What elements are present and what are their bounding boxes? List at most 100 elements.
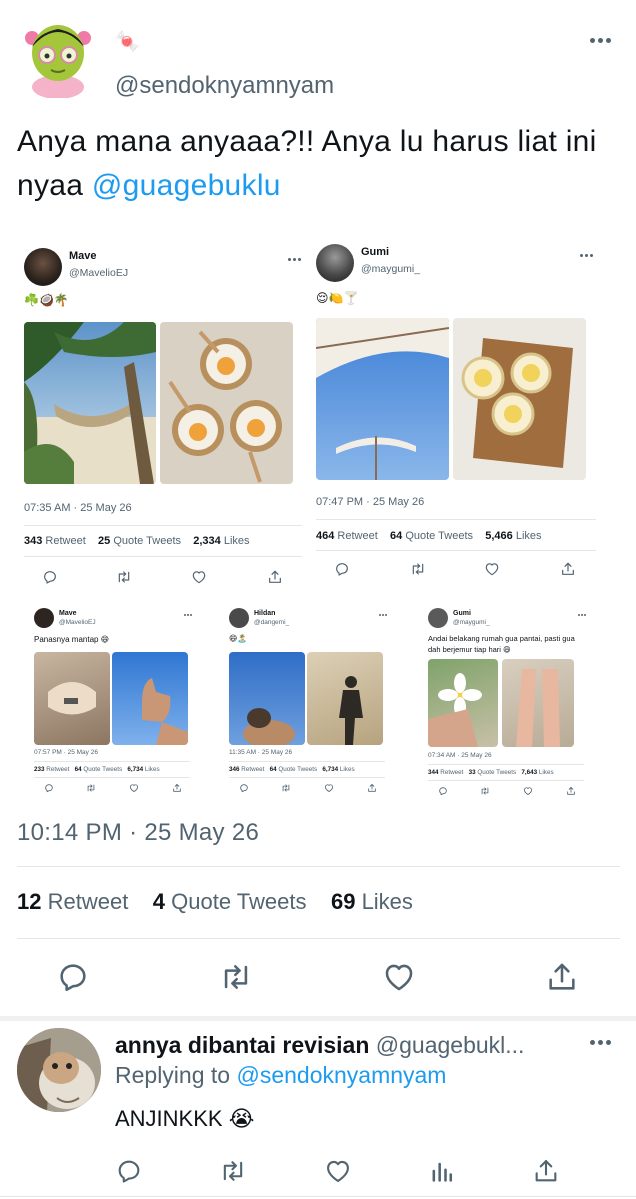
embedded-quote-label: Quote Tweets bbox=[278, 766, 318, 773]
cap-photo bbox=[34, 652, 110, 745]
embedded-stats: 344 Retweet 33 Quote Tweets 7,643 Likes bbox=[428, 769, 554, 776]
share-icon bbox=[560, 561, 576, 577]
reply-avatar[interactable] bbox=[17, 1028, 101, 1112]
embedded-quote-label: Quote Tweets bbox=[113, 535, 181, 547]
reply-icon bbox=[56, 960, 90, 994]
shadow-photo bbox=[307, 652, 383, 745]
author-handle[interactable]: @sendoknyamnyam bbox=[115, 72, 334, 100]
retweet-icon bbox=[219, 960, 253, 994]
like-stat[interactable]: 69 Likes bbox=[331, 889, 413, 914]
reply-like-button[interactable] bbox=[324, 1157, 352, 1185]
replying-to-link[interactable]: @sendoknyamnyam bbox=[236, 1062, 446, 1088]
quote-label: Quote Tweets bbox=[171, 889, 307, 914]
retweet-count: 12 bbox=[17, 889, 42, 914]
embedded-text: ☘️🥥🌴 bbox=[24, 293, 69, 307]
embedded-like-count: 6,734 bbox=[127, 766, 144, 773]
reply-icon bbox=[115, 1157, 143, 1185]
embedded-avatar bbox=[24, 248, 62, 286]
reply-icon bbox=[42, 569, 58, 585]
hammock-photo bbox=[24, 322, 156, 484]
share-icon bbox=[172, 783, 182, 793]
embedded-timestamp: 07:34 AM · 25 May 26 bbox=[428, 752, 492, 759]
embedded-like-label: Likes bbox=[223, 535, 250, 547]
embedded-quote-count: 25 bbox=[98, 535, 111, 547]
embedded-retweet-count: 344 bbox=[428, 769, 439, 776]
reply-author-name[interactable]: annya dibantai revisian bbox=[115, 1032, 369, 1058]
embedded-stats: 233 Retweet 64 Quote Tweets 6,734 Likes bbox=[34, 766, 160, 773]
replying-to: Replying to @sendoknyamnyam bbox=[115, 1060, 446, 1090]
reply-share-button[interactable] bbox=[532, 1157, 560, 1185]
sky-selfie-photo bbox=[229, 652, 305, 745]
lemon-drinks-photo bbox=[453, 318, 586, 480]
embedded-quote-count: 64 bbox=[390, 530, 403, 542]
more-icon bbox=[184, 614, 192, 616]
embedded-text: Andai belakang rumah gua pantai, pasti g… bbox=[428, 634, 575, 654]
embedded-tweet-mave: Mave @MavelioEJ ☘️🥥🌴 07:35 AM · 25 May 2… bbox=[18, 238, 306, 588]
embedded-like-count: 5,466 bbox=[485, 530, 513, 542]
author-emoji: 🍬 bbox=[115, 31, 140, 53]
reply-icon bbox=[334, 561, 350, 577]
mention-link[interactable]: @guagebuklu bbox=[92, 169, 281, 202]
embedded-timestamp: 11:35 AM · 25 May 26 bbox=[229, 749, 293, 756]
embedded-quote-label: Quote Tweets bbox=[477, 769, 517, 776]
embedded-quote-count: 33 bbox=[468, 769, 476, 776]
embedded-tweet-gumi: Gumi @maygumi_ 😌🍋🍸 07:47 PM · 25 May 26 … bbox=[310, 234, 600, 584]
like-icon bbox=[129, 783, 139, 793]
embedded-handle: @maygumi_ bbox=[361, 263, 421, 275]
embedded-timestamp: 07:57 PM · 25 May 26 bbox=[34, 749, 98, 756]
like-icon bbox=[523, 786, 533, 796]
like-icon bbox=[382, 960, 416, 994]
tweet-timestamp[interactable]: 10:14 PM · 25 May 26 bbox=[17, 818, 259, 848]
embedded-text: 😄🏝️ bbox=[229, 634, 248, 643]
reply-button[interactable] bbox=[56, 960, 90, 994]
like-label: Likes bbox=[361, 889, 413, 914]
embedded-avatar bbox=[34, 608, 54, 628]
reply-text: ANJINKKK 😭 bbox=[115, 1106, 255, 1131]
embedded-retweet-label: Retweet bbox=[46, 766, 70, 773]
like-count: 69 bbox=[330, 889, 356, 914]
embedded-tweet-small-gumi: Gumi @maygumi_ Andai belakang rumah gua … bbox=[422, 603, 594, 803]
replying-to-prefix: Replying to bbox=[115, 1062, 237, 1088]
retweet-button[interactable] bbox=[219, 960, 253, 994]
reply-author-handle[interactable]: @guagebukl... bbox=[376, 1032, 525, 1058]
quote-count: 4 bbox=[152, 889, 166, 914]
embedded-stats: 343 Retweet 25 Quote Tweets 2,334 Likes bbox=[24, 535, 250, 547]
embedded-retweet-count: 464 bbox=[316, 530, 335, 542]
analytics-icon bbox=[428, 1157, 456, 1185]
quote-stat[interactable]: 4 Quote Tweets bbox=[153, 889, 307, 914]
retweet-label: Retweet bbox=[47, 889, 129, 914]
like-icon bbox=[324, 1157, 352, 1185]
embedded-retweet-label: Retweet bbox=[440, 769, 464, 776]
embedded-like-label: Likes bbox=[144, 766, 160, 773]
more-icon[interactable] bbox=[590, 1040, 611, 1045]
retweet-icon bbox=[281, 783, 291, 793]
retweet-icon bbox=[480, 786, 490, 796]
legs-photo bbox=[502, 659, 574, 747]
share-button[interactable] bbox=[545, 960, 579, 994]
more-icon[interactable] bbox=[590, 38, 611, 43]
retweet-stat[interactable]: 12 Retweet bbox=[17, 889, 128, 914]
reply-analytics-button[interactable] bbox=[428, 1157, 456, 1185]
embedded-quote-label: Quote Tweets bbox=[405, 530, 473, 542]
reply-reply-button[interactable] bbox=[115, 1157, 143, 1185]
author-avatar[interactable] bbox=[23, 13, 93, 98]
more-icon bbox=[580, 254, 593, 257]
reply-icon bbox=[239, 783, 249, 793]
embedded-tweet-small-hildan: Hildan @dangemi_ 😄🏝️ 11:35 AM · 25 May 2… bbox=[223, 603, 395, 803]
umbrella-photo bbox=[316, 318, 449, 480]
embedded-like-count: 2,334 bbox=[193, 535, 221, 547]
share-icon bbox=[532, 1157, 560, 1185]
embedded-name: Mave bbox=[59, 610, 77, 617]
reply-icon bbox=[44, 783, 54, 793]
embedded-avatar bbox=[229, 608, 249, 628]
like-button[interactable] bbox=[382, 960, 416, 994]
embedded-name: Hildan bbox=[254, 610, 276, 617]
embedded-text: Panasnya mantap 😄 bbox=[34, 635, 110, 644]
flower-photo bbox=[428, 659, 498, 747]
attached-screenshot[interactable]: Mave @MavelioEJ ☘️🥥🌴 07:35 AM · 25 May 2… bbox=[0, 228, 636, 813]
like-icon bbox=[191, 569, 207, 585]
embedded-name: Gumi bbox=[453, 610, 471, 617]
embedded-like-label: Likes bbox=[538, 769, 554, 776]
embedded-timestamp: 07:47 PM · 25 May 26 bbox=[316, 496, 425, 508]
reply-retweet-button[interactable] bbox=[219, 1157, 247, 1185]
